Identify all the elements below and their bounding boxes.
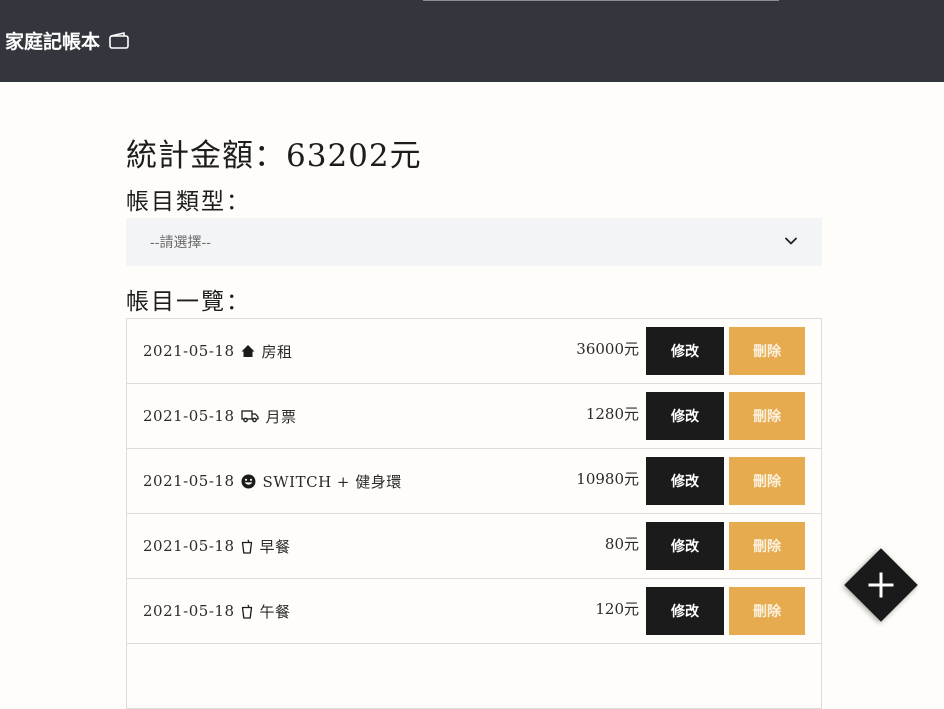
- record-date: 2021-05-18: [143, 472, 235, 490]
- type-filter-title: 帳目類型：: [126, 189, 251, 215]
- list-item: 2021-05-18 午餐 120元 修改 刪除: [126, 579, 822, 644]
- edit-button[interactable]: 修改: [646, 457, 724, 505]
- records-list: 2021-05-18 房租 36000元 修改 刪除 2021-05-18 月票…: [126, 318, 822, 709]
- record-name: 午餐: [259, 602, 291, 621]
- house-icon: [241, 344, 255, 358]
- total-amount: 統計金額：63202元: [126, 138, 422, 174]
- smile-icon: [241, 474, 256, 489]
- brand-link[interactable]: 家庭記帳本: [5, 25, 130, 55]
- chevron-down-icon: [785, 236, 797, 246]
- cup-icon: [241, 539, 253, 554]
- record-name: SWITCH + 健身環: [262, 472, 402, 491]
- list-item: 2021-05-18 SWITCH + 健身環 10980元 修改 刪除: [126, 449, 822, 514]
- wallet-icon: [108, 30, 130, 50]
- record-date: 2021-05-18: [143, 342, 235, 360]
- delete-button[interactable]: 刪除: [729, 587, 805, 635]
- delete-button[interactable]: 刪除: [729, 522, 805, 570]
- cup-icon: [241, 604, 253, 619]
- list-item: 2021-05-18 早餐 80元 修改 刪除: [126, 514, 822, 579]
- add-record-button[interactable]: [844, 548, 918, 622]
- list-item: 2021-05-18 月票 1280元 修改 刪除: [126, 384, 822, 449]
- list-item: [126, 644, 822, 709]
- record-name: 早餐: [259, 537, 291, 556]
- records-list-title: 帳目一覽：: [126, 289, 251, 315]
- plus-icon: [855, 559, 907, 611]
- edit-button[interactable]: 修改: [646, 327, 724, 375]
- record-amount: 120元: [595, 599, 639, 618]
- truck-icon: [241, 409, 260, 423]
- record-name: 月票: [265, 407, 297, 426]
- edit-button[interactable]: 修改: [646, 522, 724, 570]
- record-date: 2021-05-18: [143, 602, 235, 620]
- type-select-value: --請選擇--: [150, 235, 211, 251]
- edit-button[interactable]: 修改: [646, 392, 724, 440]
- record-name: 房租: [261, 342, 293, 361]
- navbar-divider: [423, 0, 779, 1]
- record-amount: 1280元: [585, 404, 639, 423]
- edit-button[interactable]: 修改: [646, 587, 724, 635]
- delete-button[interactable]: 刪除: [729, 392, 805, 440]
- type-select[interactable]: --請選擇--: [126, 218, 822, 266]
- brand-title: 家庭記帳本: [5, 30, 101, 53]
- record-amount: 10980元: [576, 469, 639, 488]
- record-amount: 36000元: [576, 339, 639, 358]
- record-amount: 80元: [604, 534, 639, 553]
- navbar: 家庭記帳本: [0, 0, 944, 82]
- list-item: 2021-05-18 房租 36000元 修改 刪除: [126, 319, 822, 384]
- delete-button[interactable]: 刪除: [729, 457, 805, 505]
- record-date: 2021-05-18: [143, 537, 235, 555]
- delete-button[interactable]: 刪除: [729, 327, 805, 375]
- record-date: 2021-05-18: [143, 407, 235, 425]
